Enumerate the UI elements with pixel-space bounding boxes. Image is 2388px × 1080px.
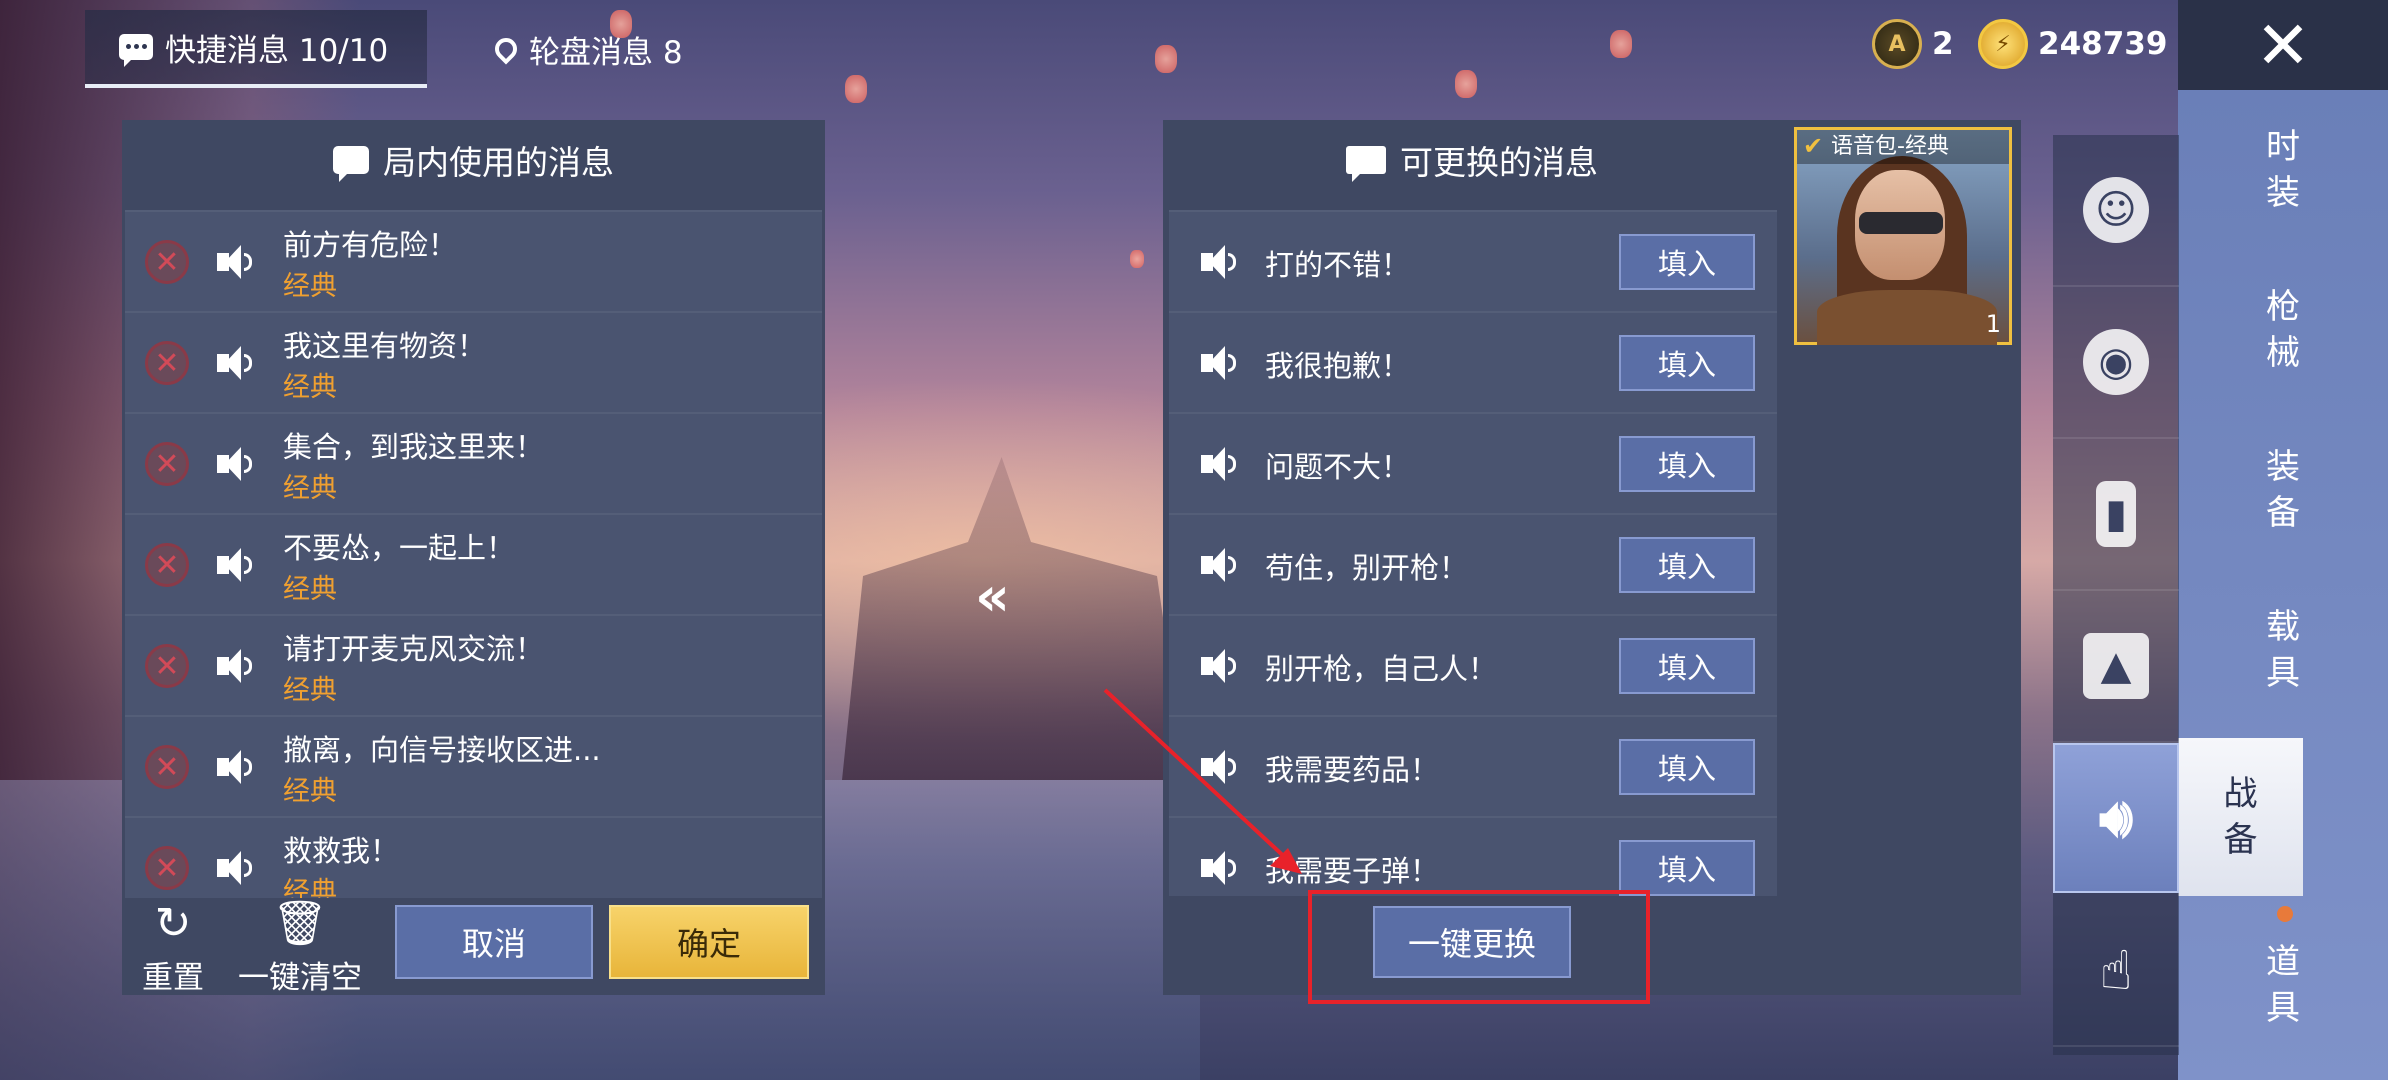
annotation-arrow (1103, 688, 1302, 874)
annotation-highlight-box (1308, 890, 1650, 1004)
